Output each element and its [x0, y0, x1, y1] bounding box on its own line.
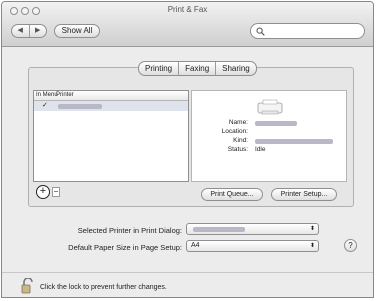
selected-printer-label: Selected Printer in Print Dialog:: [77, 226, 182, 235]
location-label: Location:: [221, 128, 248, 135]
in-menu-checkbox[interactable]: ✓: [42, 101, 48, 111]
popup-arrows-icon: ⬍: [309, 226, 315, 232]
popup-arrows-icon: ⬍: [309, 243, 315, 249]
printer-name-redacted: [58, 104, 102, 109]
footer-divider: [2, 272, 373, 273]
tab-printing[interactable]: Printing: [139, 62, 178, 75]
printer-list-header: In Menu Printer: [34, 91, 188, 101]
printer-details: Name: Location: Kind: Status: Idle: [191, 90, 347, 182]
window-title: Print & Fax: [167, 5, 208, 14]
search-icon: [256, 27, 265, 36]
add-printer-button[interactable]: +: [36, 185, 50, 199]
name-label: Name:: [228, 119, 248, 126]
selected-printer-popup[interactable]: ⬍: [186, 223, 319, 235]
status-value: Idle: [255, 146, 266, 153]
back-forward-control: ◀ ▶: [11, 24, 47, 38]
printer-list: In Menu Printer ✓: [33, 90, 189, 182]
paper-size-label: Default Paper Size in Page Setup:: [68, 243, 182, 252]
tab-bar: Printing Faxing Sharing: [138, 61, 257, 76]
title-bar: Print & Fax ◀ ▶ Show All: [2, 2, 373, 47]
tab-faxing[interactable]: Faxing: [178, 62, 215, 75]
printer-row[interactable]: ✓: [34, 101, 188, 111]
paper-size-popup[interactable]: A4 ⬍: [186, 240, 319, 252]
detail-status-row: Status: Idle: [192, 146, 346, 156]
status-label: Status:: [227, 146, 248, 153]
kind-value-redacted: [255, 139, 333, 144]
back-button[interactable]: ◀: [12, 25, 30, 37]
printer-setup-button[interactable]: Printer Setup...: [271, 188, 337, 201]
kind-label: Kind:: [233, 137, 248, 144]
help-button[interactable]: ?: [344, 239, 357, 252]
forward-button[interactable]: ▶: [30, 25, 47, 37]
column-printer[interactable]: Printer: [56, 91, 74, 100]
remove-printer-button[interactable]: −: [52, 187, 60, 197]
column-in-menu[interactable]: In Menu: [36, 91, 58, 100]
name-value-redacted: [255, 121, 297, 126]
print-queue-button[interactable]: Print Queue...: [201, 188, 263, 201]
lock-message: Click the lock to prevent further change…: [40, 284, 167, 291]
search-input[interactable]: [250, 23, 365, 39]
show-all-button[interactable]: Show All: [54, 24, 100, 38]
printer-icon: [257, 99, 283, 115]
lock-icon[interactable]: [21, 278, 35, 294]
print-fax-window: Print & Fax ◀ ▶ Show All Printing Faxing…: [1, 1, 374, 298]
tab-sharing[interactable]: Sharing: [215, 62, 256, 75]
selected-printer-redacted: [193, 227, 245, 232]
paper-size-value: A4: [191, 242, 200, 249]
